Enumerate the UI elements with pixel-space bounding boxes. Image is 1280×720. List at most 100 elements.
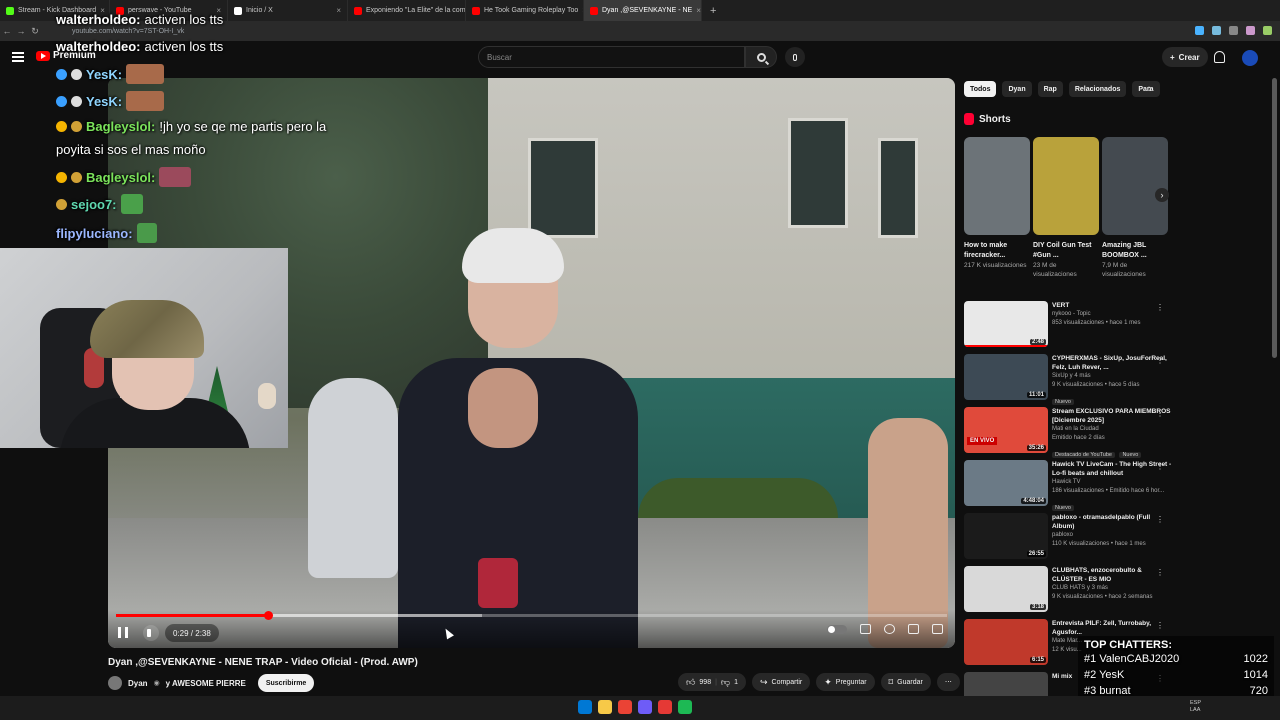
share-button[interactable]: ↪ Compartir: [751, 673, 811, 691]
chip-todos[interactable]: Todos: [964, 81, 997, 97]
ask-button[interactable]: ✦ Preguntar: [816, 673, 875, 691]
channel-name[interactable]: Dyan: [128, 679, 148, 688]
video-thumbnail[interactable]: 6:15: [964, 619, 1048, 665]
chip-rap[interactable]: Rap: [1037, 81, 1063, 97]
recommendation-item[interactable]: 3:18 CLUBHATS, enzocerobulto & CLÚSTER - …: [964, 566, 1172, 619]
more-actions-button[interactable]: ⋯: [936, 673, 960, 691]
progress-bar[interactable]: [116, 611, 947, 620]
more-options-icon[interactable]: ⋮: [1156, 356, 1164, 365]
taskbar-app-icon[interactable]: [618, 700, 632, 714]
recommendation-item[interactable]: 11:01 CYPHERXMAS - SixUp, JosuForReal, Fe…: [964, 354, 1172, 407]
profile-icon[interactable]: [1263, 26, 1272, 35]
subtitles-icon[interactable]: [860, 624, 871, 634]
taskbar-app-icon[interactable]: [578, 700, 592, 714]
short-thumbnail[interactable]: [1033, 137, 1099, 235]
create-button[interactable]: + Crear: [1162, 47, 1208, 67]
volume-icon[interactable]: [143, 625, 159, 641]
played-bar: [116, 614, 269, 617]
extension-icon[interactable]: [1229, 26, 1238, 35]
avatar[interactable]: [1242, 50, 1258, 66]
like-button[interactable]: 👍︎ 998 | 👎︎ 1: [678, 673, 746, 691]
short-thumbnail[interactable]: [964, 137, 1030, 235]
settings-icon[interactable]: [884, 624, 895, 634]
video-thumbnail[interactable]: 4:48:04: [964, 460, 1048, 506]
short-title[interactable]: Amazing JBL BOOMBOX ...: [1102, 241, 1168, 261]
channel-avatar[interactable]: [108, 676, 122, 690]
video-thumbnail[interactable]: 2:48: [964, 301, 1048, 347]
short-card[interactable]: How to make firecracker... 217 K visualiz…: [964, 137, 1030, 279]
page-scrollbar[interactable]: [1272, 78, 1277, 358]
more-options-icon[interactable]: ⋮: [1156, 621, 1164, 630]
taskbar-app-icon[interactable]: [598, 700, 612, 714]
recommendation-title[interactable]: Entrevista PILF: Zell, Turrobaby, Agusfo…: [1052, 619, 1172, 637]
close-icon[interactable]: ×: [696, 6, 701, 15]
more-options-icon[interactable]: ⋮: [1156, 568, 1164, 577]
video-thumbnail[interactable]: 3:18: [964, 566, 1048, 612]
video-thumbnail[interactable]: 26:55: [964, 513, 1048, 559]
recommendation-channel[interactable]: Mati en la Ciudad: [1052, 425, 1172, 434]
recommendation-item[interactable]: 26:55 pabloxo - otramasdelpablo (Full Alb…: [964, 513, 1172, 566]
browser-tab-dyan[interactable]: Dyan ,@SEVENKAYNE - NE ×: [584, 0, 702, 21]
save-button[interactable]: ⌑ Guardar: [880, 673, 931, 691]
subscribe-button[interactable]: Suscribirme: [257, 674, 315, 692]
browser-tab-x[interactable]: Inicio / X ×: [228, 0, 348, 21]
recommendation-item[interactable]: 4:48:04 Hawick TV LiveCam - The High Stre…: [964, 460, 1172, 513]
menu-icon[interactable]: [12, 52, 24, 62]
reload-icon[interactable]: ↻: [28, 26, 42, 37]
short-title[interactable]: DIY Coil Gun Test #Gun ...: [1033, 241, 1099, 261]
taskbar-app-icon[interactable]: [658, 700, 672, 714]
more-options-icon[interactable]: ⋮: [1156, 515, 1164, 524]
recommendation-channel[interactable]: Hawick TV: [1052, 478, 1172, 487]
miniplayer-icon[interactable]: [908, 624, 919, 634]
short-title[interactable]: How to make firecracker...: [964, 241, 1030, 261]
url-field[interactable]: youtube.com/watch?v=7ST-OH-I_vk: [72, 28, 184, 35]
thumbs-down-icon[interactable]: 👎︎: [721, 677, 730, 688]
short-card[interactable]: DIY Coil Gun Test #Gun ... 23 M de visual…: [1033, 137, 1099, 279]
more-options-icon[interactable]: ⋮: [1156, 462, 1164, 471]
recommendation-title[interactable]: Hawick TV LiveCam - The High Street - Lo…: [1052, 460, 1172, 478]
recommendation-item[interactable]: EN VIVO 35:26 Stream EXCLUSIVO PARA MIEMBR…: [964, 407, 1172, 460]
browser-tab-gaming[interactable]: He Took Gaming Roleplay Too ×: [466, 0, 584, 21]
recommendation-item[interactable]: 2:48 VERT nykooo - Topic 853 visualizacione…: [964, 301, 1172, 354]
short-thumbnail[interactable]: [1102, 137, 1168, 235]
new-tab-button[interactable]: +: [702, 5, 724, 17]
search-button[interactable]: [745, 46, 777, 68]
extension-icon[interactable]: [1246, 26, 1255, 35]
extension-icon[interactable]: [1195, 26, 1204, 35]
taskbar-app-icon[interactable]: [638, 700, 652, 714]
extension-icon[interactable]: [1212, 26, 1221, 35]
fullscreen-icon[interactable]: [932, 624, 943, 634]
channel-collab[interactable]: y AWESOME PIERRE: [166, 679, 246, 688]
recommendation-title[interactable]: CYPHERXMAS - SixUp, JosuForReal, Felz, L…: [1052, 354, 1172, 372]
pause-icon[interactable]: [118, 627, 128, 638]
autoplay-toggle[interactable]: [827, 624, 847, 634]
video-thumbnail[interactable]: EN VIVO 35:26: [964, 407, 1048, 453]
chip-para[interactable]: Para: [1132, 81, 1160, 97]
recommendation-title[interactable]: Stream EXCLUSIVO PARA MIEMBROS [Diciembr…: [1052, 407, 1172, 425]
recommendation-channel[interactable]: SixUp y 4 más: [1052, 372, 1172, 381]
more-options-icon[interactable]: ⋮: [1156, 409, 1164, 418]
recommendation-title[interactable]: CLUBHATS, enzocerobulto & CLÚSTER - ES M…: [1052, 566, 1172, 584]
chip-relacionados[interactable]: Relacionados: [1068, 81, 1127, 97]
language-indicator[interactable]: ESP LAA: [1190, 700, 1201, 714]
short-card[interactable]: Amazing JBL BOOMBOX ... 7,9 M de visualiz…: [1102, 137, 1168, 279]
forward-icon[interactable]: →: [14, 26, 28, 36]
recommendation-channel[interactable]: nykooo - Topic: [1052, 310, 1172, 319]
recommendation-title[interactable]: VERT: [1052, 301, 1172, 310]
recommendation-channel[interactable]: pabloxo: [1052, 531, 1172, 540]
recommendation-title[interactable]: pabloxo - otramasdelpablo (Full Album): [1052, 513, 1172, 531]
voice-search-button[interactable]: [785, 47, 805, 67]
back-icon[interactable]: ←: [0, 26, 14, 36]
taskbar-app-icon[interactable]: [678, 700, 692, 714]
search-input[interactable]: Buscar: [478, 46, 745, 68]
more-options-icon[interactable]: ⋮: [1156, 303, 1164, 312]
chevron-right-icon[interactable]: ›: [1155, 188, 1169, 202]
video-thumbnail[interactable]: 11:01: [964, 354, 1048, 400]
notifications-icon[interactable]: [1214, 51, 1225, 63]
chevron-right-icon[interactable]: ›: [1148, 83, 1152, 95]
recommendation-channel[interactable]: CLUB HATS y 3 más: [1052, 584, 1172, 593]
scrubber-handle[interactable]: [264, 611, 274, 620]
chip-dyan[interactable]: Dyan: [1002, 81, 1032, 97]
close-icon[interactable]: ×: [336, 6, 341, 15]
browser-tab-exponiendo[interactable]: Exponiendo "La Elite" de la com ×: [348, 0, 466, 21]
